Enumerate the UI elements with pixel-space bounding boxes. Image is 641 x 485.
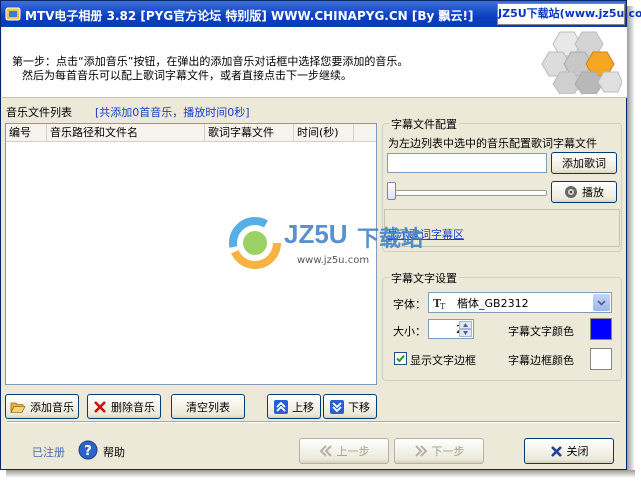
clear-list-button[interactable]: 清空列表: [171, 394, 245, 419]
font-select[interactable]: T T 楷体_GB2312: [428, 292, 612, 313]
checkmark-icon: [396, 354, 405, 363]
playback-slider-thumb[interactable]: [387, 182, 396, 200]
lyrics-config-title: 字幕文件配置: [389, 116, 459, 132]
main-window: MTV电子相册 3.82 [PYG官方论坛 特别版] WWW.CHINAPYG.…: [0, 0, 641, 470]
arrow-down-icon: [463, 331, 468, 335]
lyrics-instruction: 为左边列表中选中的音乐配置歌词字幕文件: [388, 137, 597, 150]
font-select-value: 楷体_GB2312: [457, 296, 529, 310]
size-up-button[interactable]: [459, 321, 472, 329]
size-label: 大小：: [393, 325, 426, 338]
size-stepper[interactable]: 20: [428, 319, 474, 339]
show-border-label[interactable]: 显示文字边框: [410, 352, 476, 368]
prev-step-button[interactable]: 上一步: [299, 438, 389, 464]
title-bar[interactable]: MTV电子相册 3.82 [PYG官方论坛 特别版] WWW.CHINAPYG.…: [1, 1, 641, 27]
close-button[interactable]: 关闭: [524, 438, 614, 464]
play-button[interactable]: 播放: [551, 181, 617, 203]
window-shadow-bottom: [6, 470, 635, 478]
font-type-icon: T T: [433, 297, 446, 310]
music-list-label: 音乐文件列表: [6, 106, 72, 119]
folder-open-icon: [10, 402, 26, 413]
delete-x-icon: [94, 400, 106, 413]
chevron-down-icon: [597, 299, 606, 306]
help-icon[interactable]: ?: [78, 440, 98, 460]
lyric-file-input[interactable]: [387, 153, 547, 173]
column-header-path[interactable]: 音乐路径和文件名: [47, 124, 205, 141]
font-dropdown-button[interactable]: [593, 294, 610, 311]
watermark-brand: JZ5U: [284, 219, 348, 249]
playback-slider-track[interactable]: [389, 190, 547, 196]
column-header-time[interactable]: 时间(秒): [294, 124, 354, 141]
music-list-header: 编号 音乐路径和文件名 歌词字幕文件 时间(秒): [6, 124, 376, 142]
text-color-swatch[interactable]: [590, 318, 612, 340]
watermark-label: JZ5U下载站(www.jz5u.com): [497, 3, 641, 25]
column-header-number[interactable]: 编号: [6, 124, 47, 141]
move-up-button[interactable]: 上移: [267, 394, 321, 419]
watermark-brand-cn: 下载站: [357, 227, 424, 252]
border-color-label: 字幕边框颜色: [508, 354, 574, 367]
add-lyrics-button[interactable]: 添加歌词: [551, 152, 617, 174]
next-step-button[interactable]: 下一步: [394, 438, 484, 464]
text-color-label: 字幕文字颜色: [508, 325, 574, 338]
svg-text:T: T: [440, 302, 446, 310]
double-chevron-left-icon: [319, 445, 332, 457]
jz5u-watermark-overlay: JZ5U 下载站 www.jz5u.com: [229, 215, 429, 275]
show-border-checkbox[interactable]: [394, 352, 407, 365]
window-shadow-right: [627, 6, 635, 476]
svg-text:?: ?: [84, 444, 92, 459]
move-down-button[interactable]: 下移: [323, 394, 377, 419]
column-header-lyrics[interactable]: 歌词字幕文件: [205, 124, 294, 141]
double-chevron-right-icon: [414, 445, 427, 457]
size-down-button[interactable]: [459, 329, 472, 337]
double-chevron-down-icon: [330, 399, 344, 414]
add-music-button[interactable]: 添加音乐: [5, 394, 79, 419]
arrow-up-icon: [463, 323, 468, 327]
hexagon-logo-icon: [541, 31, 622, 94]
window-title: MTV电子相册 3.82 [PYG官方论坛 特别版] WWW.CHINAPYG.…: [25, 9, 474, 23]
close-icon: [550, 445, 562, 457]
app-icon: [5, 7, 21, 21]
font-label: 字体：: [393, 298, 426, 311]
step-header: 第一步：点击“添加音乐”按钮，在弹出的添加音乐对话框中选择您要添加的音乐。 然后…: [2, 27, 627, 98]
instruction-line-2: 然后为每首音乐可以配上歌词字幕文件，或者直接点击下一步继续。: [22, 69, 352, 82]
border-color-swatch[interactable]: [590, 348, 612, 370]
speaker-icon: [565, 186, 577, 198]
watermark-url: www.jz5u.com: [297, 255, 370, 266]
music-list-summary: [共添加0首音乐，播放时间0秒]: [95, 106, 250, 119]
delete-music-button[interactable]: 删除音乐: [87, 394, 161, 419]
jz5u-swirl-logo: [229, 217, 281, 269]
registered-label: 已注册: [32, 446, 65, 459]
double-chevron-up-icon: [274, 399, 288, 414]
footer-separator: [7, 421, 620, 423]
help-link[interactable]: 帮助: [103, 444, 125, 460]
